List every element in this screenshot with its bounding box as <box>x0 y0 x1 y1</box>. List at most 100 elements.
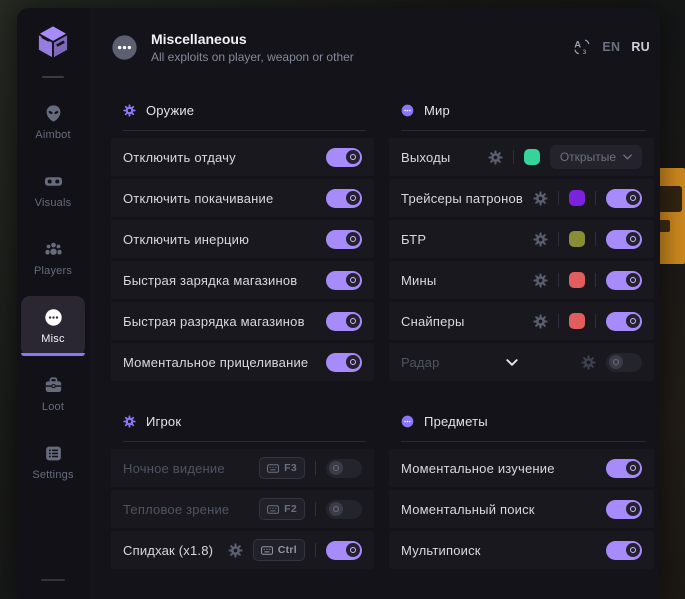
toggle[interactable] <box>326 312 362 331</box>
separator <box>595 314 596 328</box>
exit-state-dropdown[interactable]: Открытые <box>550 145 642 169</box>
keybind-badge[interactable]: F2 <box>259 498 305 520</box>
sidebar-item-loot[interactable]: Loot <box>21 364 85 424</box>
sidebar-item-settings[interactable]: Settings <box>21 432 85 492</box>
toggle-knob <box>346 314 360 328</box>
separator <box>558 314 559 328</box>
toggle[interactable] <box>326 271 362 290</box>
setting-label: Спидхак (x1.8) <box>123 543 218 558</box>
section-world: Мир Выходы Открытые Трейсе <box>389 90 654 381</box>
sidebar-item-players[interactable]: Players <box>21 228 85 288</box>
color-swatch[interactable] <box>569 190 585 206</box>
section-divider <box>401 130 646 131</box>
setting-label: Отключить покачивание <box>123 191 316 206</box>
toggle[interactable] <box>326 148 362 167</box>
toggle-knob <box>626 543 640 557</box>
toggle[interactable] <box>326 353 362 372</box>
separator <box>558 191 559 205</box>
gear-icon[interactable] <box>533 232 548 247</box>
toggle[interactable] <box>606 459 642 478</box>
gear-icon[interactable] <box>488 150 503 165</box>
briefcase-icon <box>44 376 63 395</box>
keybind-badge[interactable]: Ctrl <box>253 539 305 561</box>
chevron-down-icon <box>623 154 632 160</box>
toggle[interactable] <box>606 230 642 249</box>
toggle-knob <box>346 543 360 557</box>
setting-row: Быстрая зарядка магазинов <box>111 261 374 299</box>
toggle[interactable] <box>326 189 362 208</box>
items-icon <box>401 415 414 428</box>
keybind-badge[interactable]: F3 <box>259 457 305 479</box>
gear-icon[interactable] <box>533 191 548 206</box>
toggle-knob <box>346 273 360 287</box>
toggle[interactable] <box>606 312 642 331</box>
setting-label: Ночное видение <box>123 461 249 476</box>
column-right: Мир Выходы Открытые Трейсе <box>389 90 654 589</box>
world-icon <box>401 104 414 117</box>
toggle[interactable] <box>326 500 362 519</box>
expand-chevron-down-icon[interactable] <box>506 359 518 366</box>
toggle[interactable] <box>606 500 642 519</box>
color-swatch[interactable] <box>569 231 585 247</box>
color-swatch[interactable] <box>569 272 585 288</box>
color-swatch[interactable] <box>524 149 540 165</box>
toggle[interactable] <box>606 271 642 290</box>
page-header: Miscellaneous All exploits on player, we… <box>89 8 660 86</box>
gear-icon[interactable] <box>533 314 548 329</box>
setting-label: Быстрая зарядка магазинов <box>123 273 316 288</box>
setting-row: Тепловое зрение F2 <box>111 490 374 528</box>
section-title: Мир <box>424 103 450 118</box>
setting-label: БТР <box>401 232 523 247</box>
sidebar-bottom-divider <box>41 579 65 581</box>
setting-label: Снайперы <box>401 314 523 329</box>
gear-icon <box>123 415 136 428</box>
gear-icon[interactable] <box>228 543 243 558</box>
toggle[interactable] <box>606 541 642 560</box>
separator <box>315 543 316 557</box>
toggle-knob <box>626 461 640 475</box>
keybind-label: F3 <box>284 462 297 474</box>
setting-label: Отключить отдачу <box>123 150 316 165</box>
sidebar-item-visuals[interactable]: Visuals <box>21 160 85 220</box>
language-ru-button[interactable]: RU <box>631 40 650 54</box>
setting-row: Быстрая разрядка магазинов <box>111 302 374 340</box>
setting-row: Спидхак (x1.8) Ctrl <box>111 531 374 569</box>
setting-row: Отключить отдачу <box>111 138 374 176</box>
page-subtitle: All exploits on player, weapon or other <box>151 50 354 64</box>
toggle[interactable] <box>606 189 642 208</box>
app-logo-cube-icon <box>31 20 75 64</box>
active-tab-underline <box>21 353 85 356</box>
toggle[interactable] <box>326 230 362 249</box>
setting-label: Мины <box>401 273 523 288</box>
dropdown-value: Открытые <box>560 150 616 164</box>
separator <box>558 232 559 246</box>
toggle-knob <box>626 232 640 246</box>
setting-label: Радар <box>401 355 440 370</box>
setting-label: Моментальный поиск <box>401 502 596 517</box>
toggle[interactable] <box>606 353 642 372</box>
setting-row: Отключить покачивание <box>111 179 374 217</box>
toggle-knob <box>626 314 640 328</box>
gear-icon[interactable] <box>581 355 596 370</box>
sidebar-item-aimbot[interactable]: Aimbot <box>21 92 85 152</box>
toggle[interactable] <box>326 459 362 478</box>
keyboard-icon <box>267 505 279 514</box>
toggle-knob <box>626 273 640 287</box>
sidebar-item-label: Loot <box>42 401 64 413</box>
separator <box>595 273 596 287</box>
language-en-button[interactable]: EN <box>602 40 620 54</box>
separator <box>315 502 316 516</box>
ellipsis-circle-icon <box>44 308 63 327</box>
setting-label: Тепловое зрение <box>123 502 249 517</box>
toggle-knob <box>346 150 360 164</box>
sidebar-item-misc[interactable]: Misc <box>21 296 85 356</box>
gear-icon[interactable] <box>533 273 548 288</box>
color-swatch[interactable] <box>569 313 585 329</box>
setting-label: Моментальное изучение <box>401 461 596 476</box>
toggle[interactable] <box>326 541 362 560</box>
people-icon <box>44 240 63 259</box>
toggle-knob <box>346 191 360 205</box>
setting-row: Снайперы <box>389 302 654 340</box>
sidebar-divider <box>42 76 64 78</box>
toggle-knob <box>626 502 640 516</box>
